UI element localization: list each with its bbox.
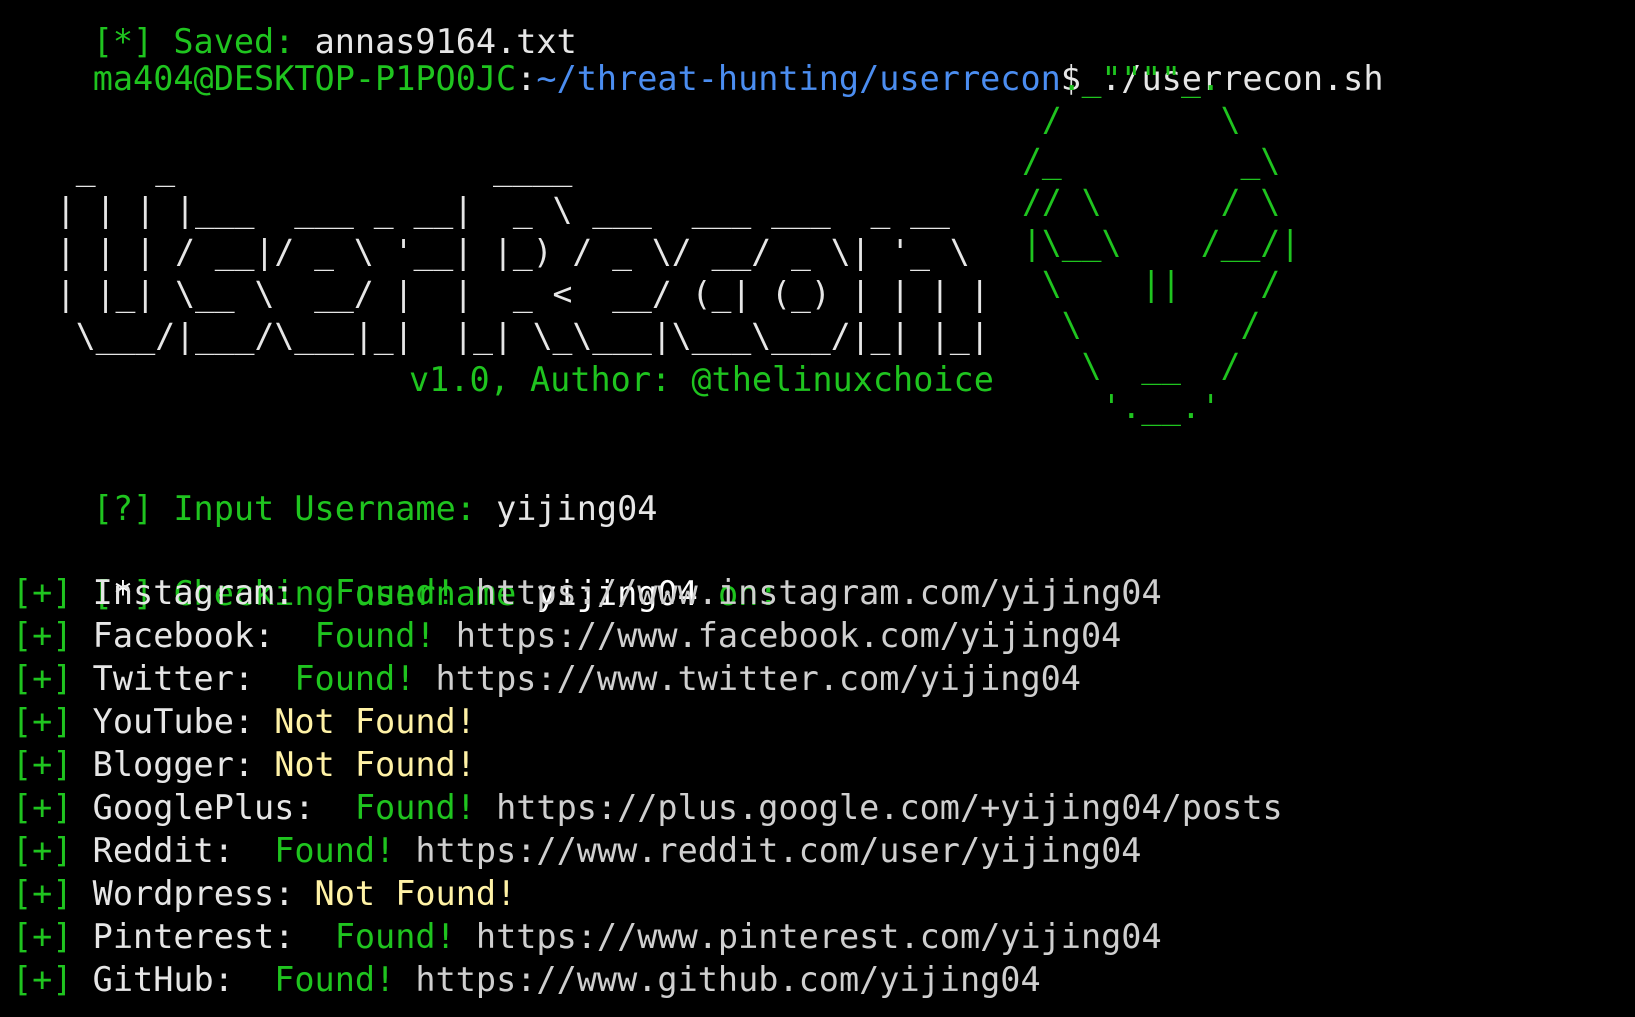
plus-bracket: [+] [12,917,73,956]
plus-bracket: [+] [12,573,73,612]
plus-bracket: [+] [12,874,73,913]
site-name: Twitter: [72,659,275,698]
found-status: Found! [314,917,456,956]
question-bracket: [?] [92,489,154,528]
plus-bracket: [+] [12,702,73,741]
result-row: [+] GitHub: Found! https://www.github.co… [12,958,1041,1001]
mask-ascii-art: ._""""_. / \ /_ _\ // \ / \ |\__\ /__/| … [1022,59,1301,426]
result-row: [+] Facebook: Found! https://www.faceboo… [12,614,1121,657]
site-name: Instagram: [72,573,315,612]
not-found-status: Not Found! [274,702,476,741]
site-name: Blogger: [72,745,275,784]
site-name: Facebook: [72,616,295,655]
result-row: [+] Reddit: Found! https://www.reddit.co… [12,829,1141,872]
profile-url[interactable]: https://www.instagram.com/yijing04 [456,573,1162,612]
result-row: [+] GooglePlus: Found! https://plus.goog… [12,786,1283,829]
profile-url[interactable]: https://www.twitter.com/yijing04 [415,659,1081,698]
prompt-colon: : [516,59,537,98]
profile-url[interactable]: https://www.reddit.com/user/yijing04 [395,831,1141,870]
found-status: Found! [294,616,436,655]
profile-url[interactable]: https://www.github.com/yijing04 [395,960,1040,999]
site-name: GooglePlus: [72,788,335,827]
profile-url[interactable]: https://www.facebook.com/yijing04 [436,616,1122,655]
not-found-status: Not Found! [314,874,517,913]
plus-bracket: [+] [12,831,73,870]
result-row: [+] Pinterest: Found! https://www.pinter… [12,915,1162,958]
terminal-window[interactable]: [*] Saved: annas9164.txt ma404@DESKTOP-P… [12,0,1632,1017]
plus-bracket: [+] [12,616,73,655]
site-name: Pinterest: [72,917,315,956]
found-status: Found! [314,573,456,612]
profile-url[interactable]: https://plus.google.com/+yijing04/posts [476,788,1283,827]
input-username-line: [?] Input Username: yijing04 [12,444,658,528]
site-name: YouTube: [72,702,275,741]
plus-bracket: [+] [12,659,73,698]
result-row: [+] Wordpress: Not Found! [12,872,516,915]
result-row: [+] Twitter: Found! https://www.twitter.… [12,657,1081,700]
site-name: Reddit: [72,831,255,870]
found-status: Found! [274,659,416,698]
userrecon-logo-art: _ _ ____ | | | |___ ___ _ __| _ \ ___ __… [55,148,990,355]
input-username-label: Input Username: [153,489,497,528]
site-name: GitHub: [72,960,255,999]
result-row: [+] YouTube: Not Found! [12,700,476,743]
found-status: Found! [334,788,476,827]
not-found-status: Not Found! [274,745,476,784]
checking-line: [*] Checking username yijing04 on: [12,529,779,613]
plus-bracket: [+] [12,788,73,827]
shell-prompt-line: ma404@DESKTOP-P1PO0JC:~/threat-hunting/u… [12,14,1384,98]
prompt-user-host: ma404@DESKTOP-P1PO0JC [92,59,517,98]
site-name: Wordpress: [72,874,315,913]
result-row: [+] Instagram: Found! https://www.instag… [12,571,1162,614]
profile-url[interactable]: https://www.pinterest.com/yijing04 [456,917,1162,956]
result-row: [+] Blogger: Not Found! [12,743,476,786]
input-username-value: yijing04 [496,489,658,528]
version-author-line: v1.0, Author: @thelinuxchoice [409,360,994,399]
found-status: Found! [254,831,396,870]
prompt-path: ~/threat-hunting/userrecon [536,59,1061,98]
plus-bracket: [+] [12,960,73,999]
plus-bracket: [+] [12,745,73,784]
found-status: Found! [254,960,396,999]
